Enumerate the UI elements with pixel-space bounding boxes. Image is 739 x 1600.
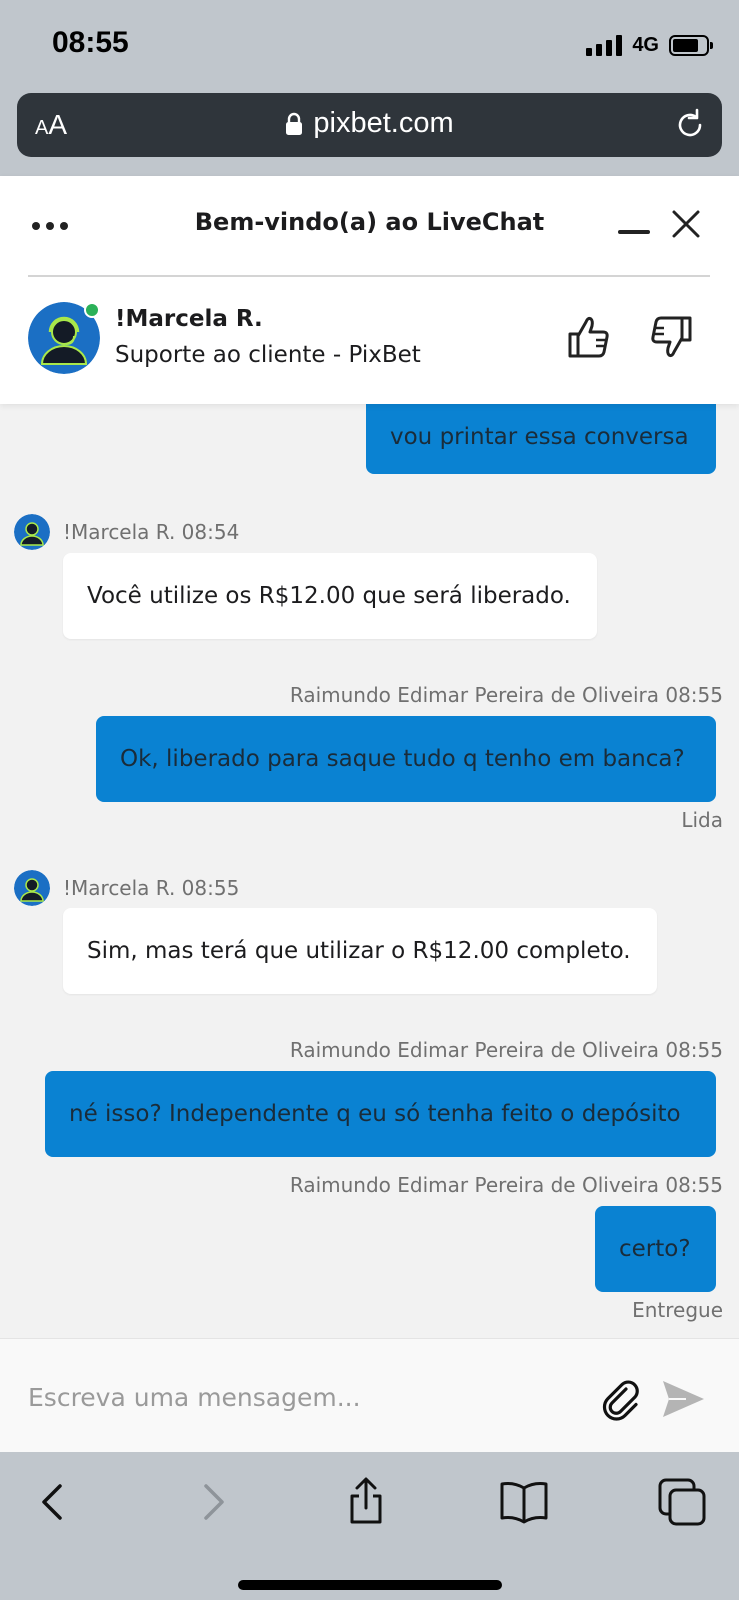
- reload-icon[interactable]: [672, 107, 708, 143]
- battery-icon: [669, 34, 713, 56]
- message-text: certo?: [619, 1236, 691, 1262]
- message-composer: [0, 1338, 739, 1452]
- status-bar: 08:55 4G: [0, 0, 739, 88]
- conversation[interactable]: vou printar essa conversa !Marcela R. 08…: [0, 400, 739, 1338]
- close-icon[interactable]: [670, 208, 702, 240]
- avatar: [14, 514, 50, 550]
- message-meta: Raimundo Edimar Pereira de Oliveira 08:5…: [289, 683, 723, 707]
- header-divider: [28, 275, 710, 277]
- message-text: Você utilize os R$12.00 que será liberad…: [87, 583, 571, 609]
- send-icon[interactable]: [660, 1377, 706, 1421]
- chat-header: Bem-vindo(a) ao LiveChat !Marcela R. Sup…: [0, 176, 739, 404]
- status-time: 08:55: [52, 26, 129, 59]
- address-bar[interactable]: AA pixbet.com: [17, 93, 722, 157]
- online-status-dot: [84, 302, 100, 318]
- message-text: Ok, liberado para saque tudo q tenho em …: [120, 746, 685, 772]
- back-icon[interactable]: [28, 1476, 80, 1528]
- message-meta: Raimundo Edimar Pereira de Oliveira 08:5…: [289, 1173, 723, 1197]
- message-text: vou printar essa conversa: [390, 424, 689, 450]
- message-bubble-incoming: Sim, mas terá que utilizar o R$12.00 com…: [63, 908, 657, 994]
- status-indicators: 4G: [586, 30, 713, 60]
- message-bubble-outgoing: certo?: [595, 1206, 716, 1292]
- bookmarks-icon[interactable]: [498, 1476, 550, 1528]
- message-meta: Raimundo Edimar Pereira de Oliveira 08:5…: [289, 1038, 723, 1062]
- message-bubble-outgoing: né isso? Independente q eu só tenha feit…: [45, 1071, 716, 1157]
- agent-role: Suporte ao cliente - PixBet: [115, 342, 421, 368]
- tabs-icon[interactable]: [656, 1476, 708, 1528]
- message-bubble-outgoing: Ok, liberado para saque tudo q tenho em …: [96, 716, 716, 802]
- paperclip-icon[interactable]: [600, 1377, 644, 1421]
- url-text: pixbet.com: [313, 107, 454, 139]
- message-input[interactable]: [28, 1375, 568, 1419]
- message-bubble-incoming: Você utilize os R$12.00 que será liberad…: [63, 553, 597, 639]
- message-text: Sim, mas terá que utilizar o R$12.00 com…: [87, 938, 631, 964]
- signal-icon: [586, 34, 623, 56]
- thumbs-down-icon[interactable]: [648, 314, 694, 360]
- forward-icon[interactable]: [186, 1476, 238, 1528]
- message-text: né isso? Independente q eu só tenha feit…: [69, 1101, 681, 1127]
- thumbs-up-icon[interactable]: [566, 314, 612, 360]
- url-display[interactable]: pixbet.com: [17, 107, 722, 140]
- minimize-icon[interactable]: [618, 230, 650, 234]
- message-meta: !Marcela R. 08:54: [63, 520, 240, 544]
- share-icon[interactable]: [340, 1476, 392, 1528]
- browser-toolbar: [0, 1452, 739, 1600]
- message-meta: !Marcela R. 08:55: [63, 876, 240, 900]
- delivery-receipt: Entregue: [632, 1298, 723, 1322]
- agent-name: !Marcela R.: [115, 306, 263, 332]
- lock-icon: [286, 112, 303, 135]
- network-type: 4G: [632, 33, 659, 56]
- read-receipt: Lida: [681, 808, 723, 832]
- message-bubble-outgoing: vou printar essa conversa: [366, 400, 716, 474]
- avatar: [14, 870, 50, 906]
- home-indicator: [238, 1580, 502, 1590]
